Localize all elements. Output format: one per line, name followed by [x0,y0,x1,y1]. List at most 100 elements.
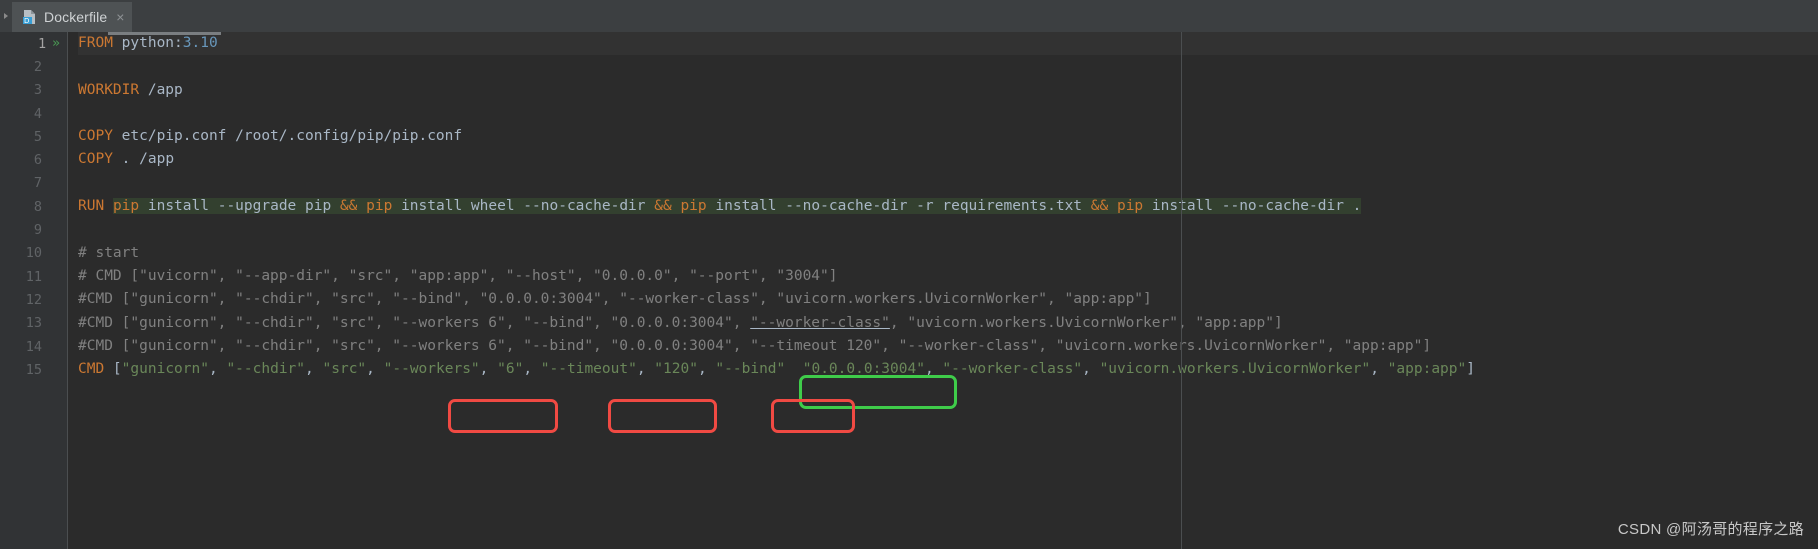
code-token: "gunicorn" [121,361,209,378]
code-token: COPY [78,128,113,145]
code-token: [ [104,361,122,378]
tab-dockerfile[interactable]: D Dockerfile × [12,2,133,32]
gutter-line-11[interactable]: 11 [0,265,68,288]
line-number: 10 [25,245,42,262]
annotation-box-bind [771,399,855,433]
code-token: pip [1116,198,1144,215]
code-token: /app [139,151,175,168]
gutter-line-6[interactable]: 6 [0,148,68,171]
code-token: FROM [78,35,113,51]
code-line-13[interactable]: #CMD ["gunicorn", "--chdir", "src", "--w… [78,312,1818,335]
code-token: "src" [322,361,367,378]
code-token: "--worker-class" [750,314,890,331]
code-line-3[interactable]: WORKDIR /app [78,79,1818,102]
gutter-line-2[interactable]: 2 [0,55,68,78]
code-line-10[interactable]: # start [78,242,1818,265]
gutter-line-12[interactable]: 12 [0,288,68,311]
code-token: pip [366,198,393,215]
gutter-line-4[interactable]: 4 [0,102,68,125]
code-line-2[interactable] [78,55,1818,78]
tab-nav-arrow[interactable] [0,0,12,32]
code-token: etc/pip.conf /root/.config/pip/pip.conf [112,128,463,145]
run-gutter-icon[interactable]: » [52,37,60,50]
gutter-line-5[interactable]: 5 [0,125,68,148]
code-token: . [112,151,140,168]
code-line-1[interactable]: FROM python:3.10 [78,32,1818,56]
editor-tab-bar: D Dockerfile × [0,0,1818,32]
code-token: COPY [78,151,113,168]
line-number: 4 [33,105,42,122]
line-number: 13 [25,315,42,332]
gutter-line-13[interactable]: 13 [0,312,68,335]
gutter-line-9[interactable]: 9 [0,218,68,241]
code-token: /app [147,81,183,98]
annotation-box-workers [448,399,558,433]
code-token: "uvicorn.workers.UvicornWorker" [1099,361,1371,378]
code-token: "--chdir" [226,361,306,378]
code-line-11[interactable]: # CMD ["uvicorn", "--app-dir", "src", "a… [78,265,1818,288]
tab-label: Dockerfile [44,9,108,25]
horizontal-scroll-thumb[interactable] [108,32,221,35]
code-editor[interactable]: 1» 2 3 4 5 6 7 8 9 10 11 12 13 14 15 FROM python:3.10 … [0,32,1818,549]
code-token: install wheel --no-cache-dir [392,198,655,215]
code-token: , [523,361,541,378]
line-number: 3 [33,82,42,99]
code-token: RUN [78,198,105,215]
code-token: , [208,361,227,378]
code-line-8[interactable]: RUN pip install --upgrade pip && pip ins… [78,195,1818,218]
code-token: , [924,361,943,378]
code-area[interactable]: FROM python:3.10 WORKDIR /app COPY etc/p… [68,32,1818,549]
code-token: , [1370,361,1388,378]
code-line-14[interactable]: #CMD ["gunicorn", "--chdir", "src", "--w… [78,335,1818,358]
code-token: pip [680,198,707,215]
code-token: , [1082,361,1100,378]
code-token: install --no-cache-dir . [1143,198,1362,215]
code-token [1108,198,1117,215]
code-line-7[interactable] [78,172,1818,195]
code-token: pip [112,198,140,215]
code-token: "--worker-class" [942,361,1083,378]
code-line-4[interactable] [78,102,1818,125]
line-number: 1 [38,35,47,52]
code-token: install --no-cache-dir -r requirements.t… [706,198,1091,215]
line-number: 12 [25,291,42,308]
gutter-line-10[interactable]: 10 [0,242,68,265]
code-line-15[interactable]: CMD ["gunicorn", "--chdir", "src", "--wo… [78,358,1818,381]
code-line-12[interactable]: #CMD ["gunicorn", "--chdir", "src", "--b… [78,288,1818,311]
code-token: , [305,361,323,378]
code-token: python: [121,35,183,51]
line-number: 6 [33,152,42,169]
code-token: "0.0.0.0:3004" [802,361,925,378]
code-token: "--timeout" [540,361,637,378]
code-line-6[interactable]: COPY . /app [78,148,1818,171]
close-icon[interactable]: × [116,10,124,24]
code-token [357,198,367,215]
code-token: "--bind" [715,361,786,378]
chevron-right-icon [4,13,8,19]
code-line-5[interactable]: COPY etc/pip.conf /root/.config/pip/pip.… [78,125,1818,148]
line-number: 15 [25,361,42,378]
line-number: 5 [33,128,42,145]
svg-text:D: D [24,17,29,25]
gutter-line-3[interactable]: 3 [0,79,68,102]
gutter-line-7[interactable]: 7 [0,172,68,195]
code-token: #CMD ["gunicorn", "--chdir", "src", "--w… [78,314,751,331]
code-token: , [479,361,498,378]
gutter-line-1[interactable]: 1» [0,32,68,55]
code-token: # CMD ["uvicorn", "--app-dir", "src", "a… [78,267,838,284]
watermark-text: CSDN @阿汤哥的程序之路 [1617,521,1804,538]
code-token: , [366,361,384,378]
gutter-line-15[interactable]: 15 [0,358,68,381]
code-token: "6" [497,361,524,378]
gutter-line-8[interactable]: 8 [0,195,68,218]
code-token: install --upgrade pip [139,198,340,215]
code-token: , "uvicorn.workers.UvicornWorker", "app:… [889,314,1283,331]
line-number-gutter: 1» 2 3 4 5 6 7 8 9 10 11 12 13 14 15 [0,32,68,549]
line-number: 2 [33,58,42,75]
code-line-9[interactable] [78,218,1818,241]
line-number: 8 [33,198,42,215]
gutter-line-14[interactable]: 14 [0,335,68,358]
